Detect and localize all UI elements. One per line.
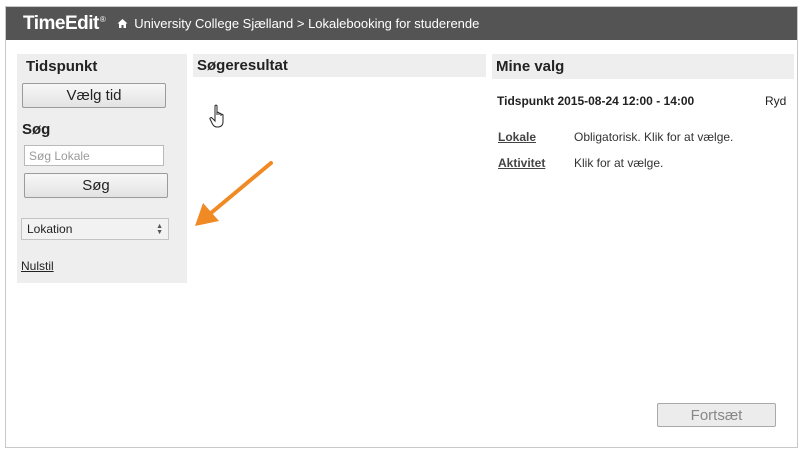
search-heading: Søg — [22, 121, 51, 138]
selected-time: Tidspunkt 2015-08-24 12:00 - 14:00 — [497, 94, 695, 108]
search-button[interactable]: Søg — [24, 173, 168, 198]
choose-time-button[interactable]: Vælg tid — [22, 83, 166, 108]
time-heading: Tidspunkt — [26, 58, 98, 75]
hand-cursor-icon — [209, 104, 224, 128]
select-caret-icon: ▲ ▼ — [156, 223, 163, 236]
room-description: Obligatorisk. Klik for at vælge. — [574, 130, 734, 144]
results-heading: Søgeresultat — [197, 57, 288, 74]
location-select-value: Lokation — [27, 222, 73, 236]
activity-description: Klik for at vælge. — [574, 156, 664, 170]
search-input[interactable]: Søg Lokale — [24, 145, 164, 166]
arrow-annotation-icon — [195, 161, 273, 226]
results-header: Søgeresultat — [193, 54, 486, 77]
clear-link[interactable]: Ryd — [765, 94, 786, 108]
selections-header: Mine valg — [492, 54, 794, 79]
timeedit-logo[interactable]: TimeEdit® — [23, 13, 106, 35]
location-select[interactable]: Lokation ▲ ▼ — [21, 218, 169, 240]
header-bar: TimeEdit® University College Sjælland > … — [6, 7, 797, 40]
room-link[interactable]: Lokale — [498, 130, 536, 144]
home-icon[interactable] — [117, 18, 128, 29]
continue-button[interactable]: Fortsæt — [657, 403, 776, 427]
app-window: TimeEdit® University College Sjælland > … — [5, 6, 798, 448]
left-panel: Tidspunkt Vælg tid Søg Søg Lokale Søg Lo… — [17, 54, 187, 283]
activity-link[interactable]: Aktivitet — [498, 156, 545, 170]
breadcrumb[interactable]: University College Sjælland > Lokalebook… — [134, 16, 479, 31]
selections-heading: Mine valg — [496, 58, 565, 75]
reset-link[interactable]: Nulstil — [21, 259, 54, 273]
